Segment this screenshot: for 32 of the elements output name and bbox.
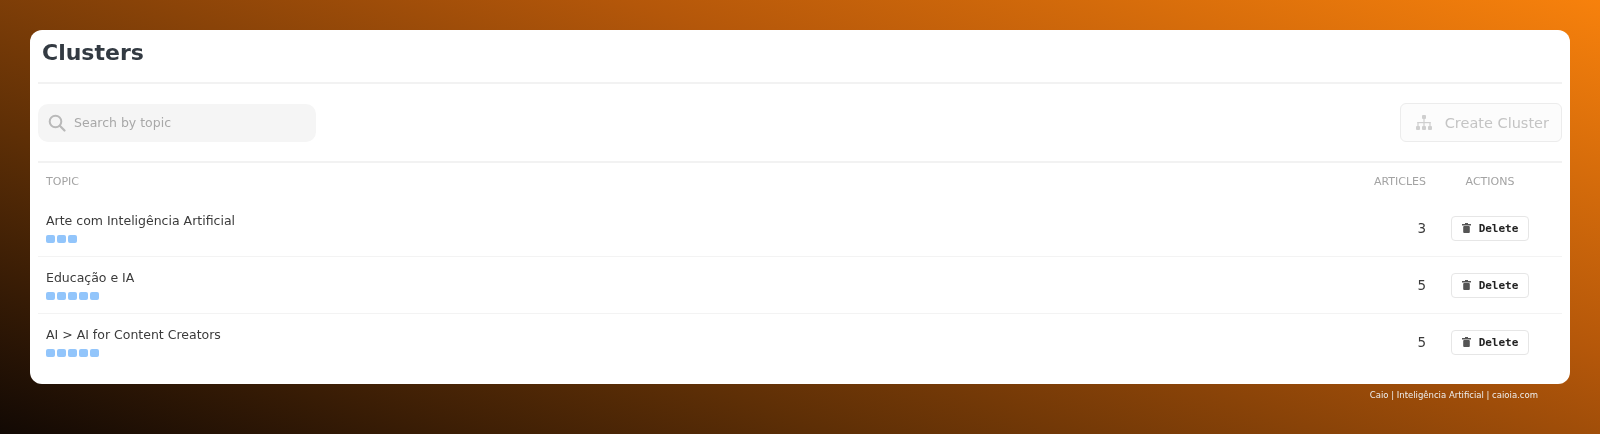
delete-button[interactable]: Delete — [1450, 215, 1530, 241]
article-square-icon — [57, 235, 66, 243]
column-header: ACTIONS — [1464, 175, 1516, 188]
article-square-icon — [90, 349, 99, 357]
column-header: ARTICLES — [1372, 175, 1426, 188]
search-field[interactable]: Search by topic — [38, 103, 316, 142]
article-square-icon — [79, 349, 88, 357]
article-square-icon — [79, 292, 88, 300]
trash-icon — [1461, 337, 1471, 347]
delete-button[interactable]: Delete — [1450, 329, 1530, 355]
article-square-icon — [46, 349, 55, 357]
article-square-icon — [46, 292, 55, 300]
hierarchy-icon — [1414, 114, 1433, 131]
footer-credit: Caio | Inteligência Artificial | caioia.com — [1369, 390, 1538, 400]
article-square-icon — [68, 349, 77, 357]
article-count: 3 — [1416, 220, 1426, 236]
article-square-icon — [57, 292, 66, 300]
article-square-icon — [68, 235, 77, 243]
article-square-icon — [68, 292, 77, 300]
topic-name: Arte com Inteligência Artificial — [46, 213, 236, 228]
topic-name: Educação e IA — [46, 270, 136, 285]
page-title: Clusters — [41, 39, 145, 67]
article-count: 5 — [1416, 277, 1426, 293]
article-square-icon — [46, 235, 55, 243]
article-square-icon — [90, 292, 99, 300]
delete-button[interactable]: Delete — [1450, 272, 1530, 298]
topic-name: AI > AI for Content Creators — [46, 327, 222, 342]
article-square-icon — [57, 349, 66, 357]
article-count: 5 — [1416, 334, 1426, 350]
trash-icon — [1461, 223, 1471, 233]
trash-icon — [1461, 280, 1471, 290]
column-header: TOPIC — [46, 175, 80, 188]
